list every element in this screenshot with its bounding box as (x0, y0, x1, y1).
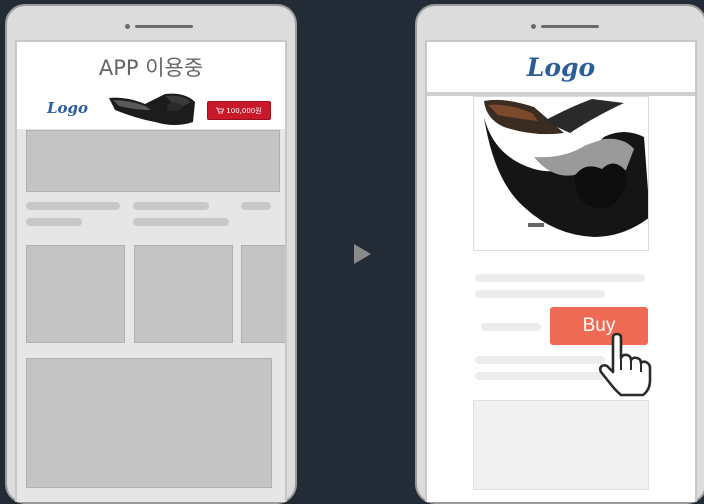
ad-banner[interactable]: Logo 100,000원 (17, 92, 285, 129)
text-placeholder-line (133, 202, 209, 210)
right-phone: Logo Buy (415, 4, 704, 504)
text-placeholder-line (475, 356, 605, 364)
content-placeholder-top (26, 130, 280, 192)
grid-placeholder-1 (26, 245, 125, 343)
grid-placeholder-3 (241, 245, 285, 343)
price-button[interactable]: 100,000원 (207, 101, 271, 120)
right-phone-speaker (541, 25, 599, 28)
content-placeholder-bottom (473, 400, 649, 490)
pointer-hand-icon (598, 332, 652, 397)
price-label: 100,000원 (226, 106, 262, 115)
left-phone-speaker (135, 25, 193, 28)
shoe-product-image (109, 93, 195, 125)
left-phone-screen: APP 이용중 Logo 100,000원 (15, 40, 287, 502)
content-placeholder-bottom (26, 358, 272, 488)
app-title: APP 이용중 (17, 42, 285, 93)
cart-icon (216, 107, 225, 114)
play-arrow-icon (354, 244, 371, 264)
text-placeholder-line (26, 218, 82, 226)
text-placeholder-line (475, 290, 605, 298)
grid-placeholder-2 (134, 245, 233, 343)
right-phone-speaker-dot (531, 24, 536, 29)
text-placeholder-line (26, 202, 120, 210)
text-placeholder-line (133, 218, 229, 226)
text-placeholder-line (481, 323, 541, 331)
header-logo: Logo (526, 52, 596, 82)
app-header: Logo (427, 42, 695, 96)
text-placeholder-line (475, 274, 645, 282)
banner-logo: Logo (47, 99, 89, 117)
product-image-frame[interactable] (473, 96, 649, 251)
left-phone-speaker-dot (125, 24, 130, 29)
right-phone-screen: Logo Buy (425, 40, 697, 502)
left-phone: APP 이용중 Logo 100,000원 (5, 4, 297, 504)
shoe-product-image (484, 99, 648, 237)
text-placeholder-line (475, 372, 605, 380)
text-placeholder-line (241, 202, 271, 210)
